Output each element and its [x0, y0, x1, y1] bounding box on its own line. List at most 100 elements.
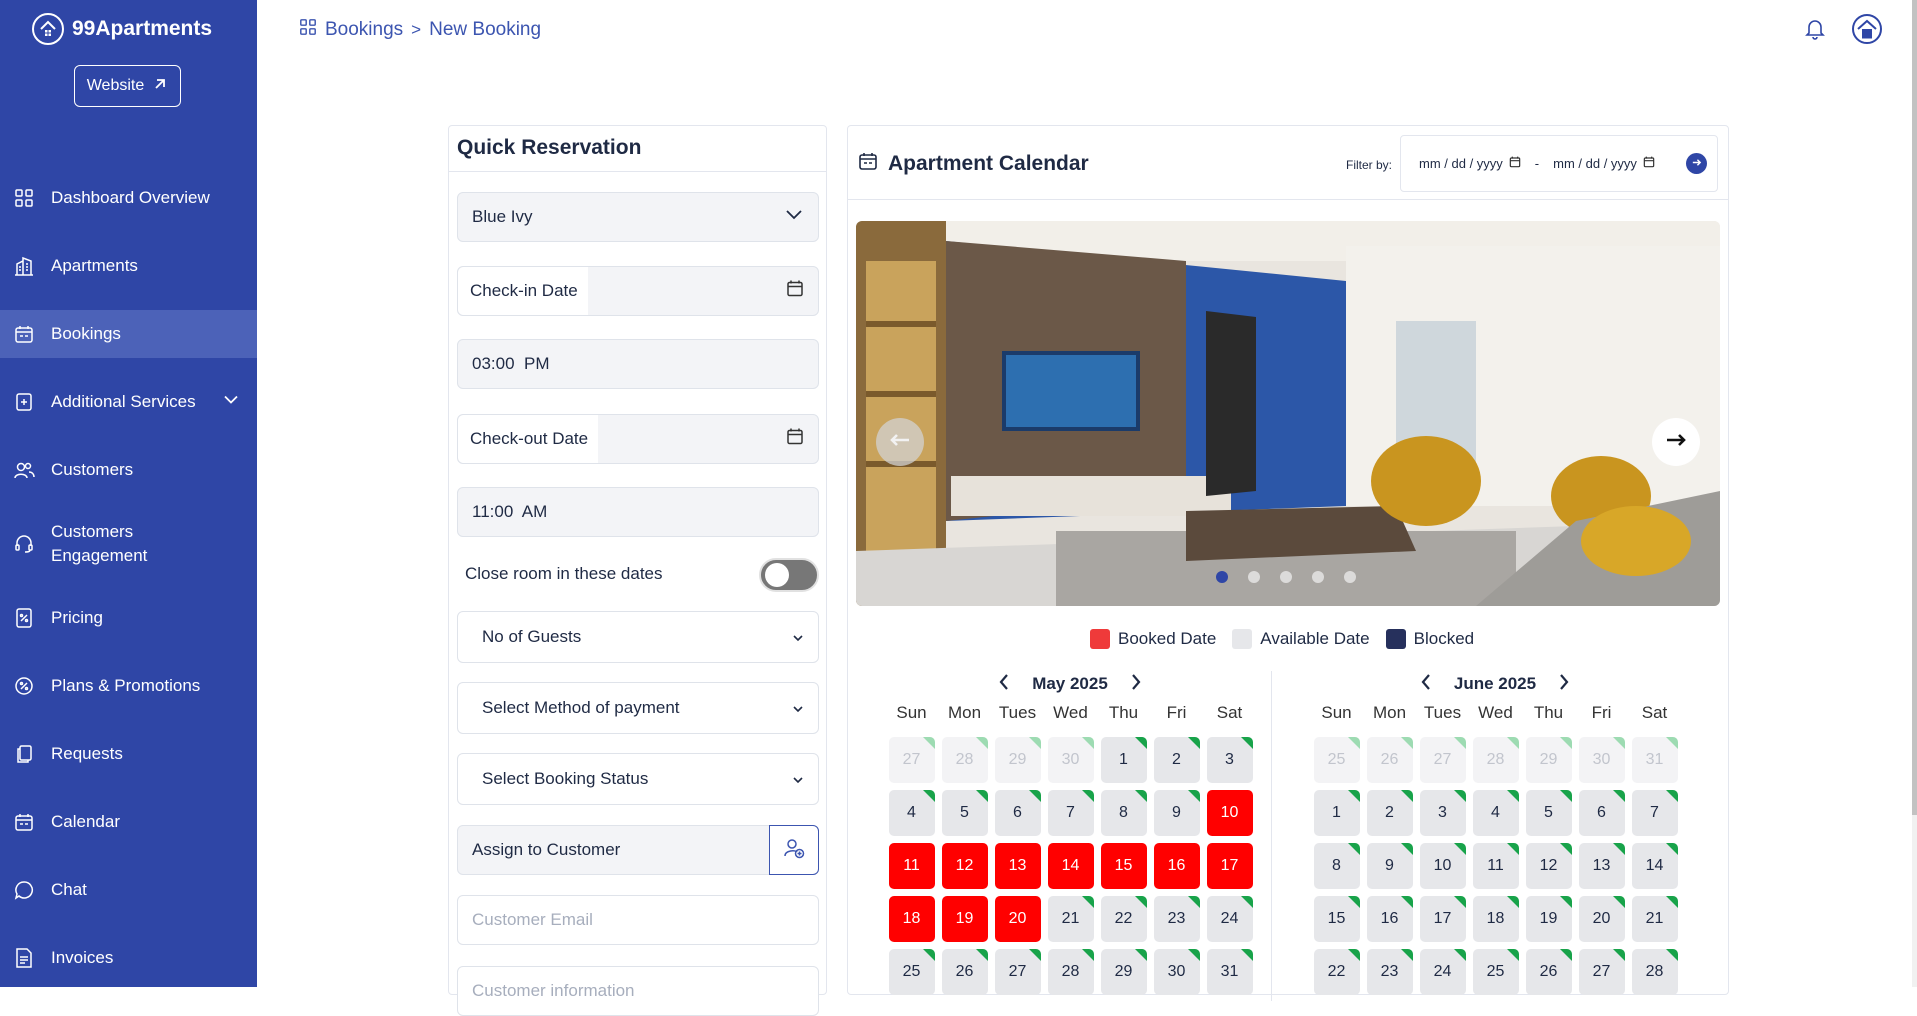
calendar-day-booked[interactable]: 16 [1153, 843, 1200, 889]
sidebar-item-pricing[interactable]: Pricing [0, 584, 257, 652]
calendar-day-available[interactable]: 8 [1100, 790, 1147, 836]
apartment-photo-carousel[interactable] [856, 221, 1720, 606]
calendar-day-booked[interactable]: 17 [1206, 843, 1253, 889]
calendar-day-available[interactable]: 22 [1100, 896, 1147, 942]
calendar-day-available[interactable]: 27 [994, 949, 1041, 995]
calendar-day-available[interactable]: 26 [1525, 949, 1572, 995]
calendar-picker-icon[interactable] [1509, 156, 1521, 171]
calendar-day-available[interactable]: 28 [1047, 949, 1094, 995]
apartment-select[interactable]: Blue Ivy [457, 192, 819, 242]
calendar-day-booked[interactable]: 20 [994, 896, 1041, 942]
calendar-day-available[interactable]: 18 [1472, 896, 1519, 942]
sidebar-item-plans-promotions[interactable]: Plans & Promotions [0, 652, 257, 720]
calendar-day-available[interactable]: 9 [1153, 790, 1200, 836]
guests-select[interactable]: No of Guests [457, 611, 819, 663]
calendar-day-available[interactable]: 24 [1419, 949, 1466, 995]
close-room-toggle[interactable] [759, 558, 819, 592]
chevron-left-icon[interactable] [998, 673, 1010, 696]
calendar-day-available[interactable]: 19 [1525, 896, 1572, 942]
calendar-day-available[interactable]: 5 [941, 790, 988, 836]
calendar-day-available[interactable]: 27 [1578, 949, 1625, 995]
calendar-day-available[interactable]: 11 [1472, 843, 1519, 889]
calendar-day-available[interactable]: 6 [994, 790, 1041, 836]
sidebar-item-bookings[interactable]: Bookings [0, 310, 257, 358]
calendar-day-available[interactable]: 30 [1153, 949, 1200, 995]
chevron-right-icon[interactable] [1130, 673, 1142, 696]
carousel-dot[interactable] [1248, 571, 1260, 583]
sidebar-item-customers-engagement[interactable]: Customers Engagement [0, 504, 257, 584]
calendar-day-booked[interactable]: 12 [941, 843, 988, 889]
checkin-time-input[interactable]: 03:00 PM [457, 339, 819, 389]
calendar-day-booked[interactable]: 19 [941, 896, 988, 942]
calendar-day-booked[interactable]: 14 [1047, 843, 1094, 889]
sidebar-item-requests[interactable]: Requests [0, 720, 257, 788]
calendar-day-available[interactable]: 17 [1419, 896, 1466, 942]
sidebar-item-calendar[interactable]: Calendar [0, 788, 257, 856]
calendar-day-available[interactable]: 15 [1313, 896, 1360, 942]
calendar-day-available[interactable]: 16 [1366, 896, 1413, 942]
carousel-dot[interactable] [1312, 571, 1324, 583]
calendar-day-booked[interactable]: 18 [888, 896, 935, 942]
calendar-picker-icon[interactable] [786, 428, 804, 451]
calendar-day-available[interactable]: 23 [1366, 949, 1413, 995]
calendar-day-available[interactable]: 7 [1047, 790, 1094, 836]
date-from-input[interactable]: mm / dd / yyyy [1419, 156, 1503, 171]
sidebar-item-apartments[interactable]: Apartments [0, 232, 257, 300]
avatar[interactable] [1851, 13, 1883, 50]
carousel-next-button[interactable] [1652, 418, 1700, 466]
calendar-day-available[interactable]: 28 [1631, 949, 1678, 995]
calendar-day-booked[interactable]: 11 [888, 843, 935, 889]
calendar-day-available[interactable]: 2 [1366, 790, 1413, 836]
calendar-day-booked[interactable]: 15 [1100, 843, 1147, 889]
chevron-down-icon[interactable] [221, 390, 241, 415]
payment-method-select[interactable]: Select Method of payment [457, 682, 819, 734]
calendar-day-available[interactable]: 14 [1631, 843, 1678, 889]
breadcrumb-bookings-link[interactable]: Bookings [325, 19, 403, 41]
calendar-day-available[interactable]: 1 [1313, 790, 1360, 836]
calendar-day-available[interactable]: 6 [1578, 790, 1625, 836]
calendar-day-available[interactable]: 26 [941, 949, 988, 995]
calendar-picker-icon[interactable] [1643, 156, 1655, 171]
calendar-day-available[interactable]: 21 [1047, 896, 1094, 942]
calendar-day-booked[interactable]: 13 [994, 843, 1041, 889]
calendar-day-available[interactable]: 12 [1525, 843, 1572, 889]
calendar-day-available[interactable]: 21 [1631, 896, 1678, 942]
calendar-day-available[interactable]: 31 [1206, 949, 1253, 995]
calendar-day-available[interactable]: 10 [1419, 843, 1466, 889]
calendar-day-available[interactable]: 9 [1366, 843, 1413, 889]
calendar-day-available[interactable]: 25 [1472, 949, 1519, 995]
date-to-input[interactable]: mm / dd / yyyy [1553, 156, 1637, 171]
calendar-day-available[interactable]: 7 [1631, 790, 1678, 836]
checkin-date-input[interactable]: Check-in Date [457, 266, 819, 316]
checkout-time-input[interactable]: 11:00 AM [457, 487, 819, 537]
sidebar-item-invoices[interactable]: Invoices [0, 924, 257, 992]
calendar-day-available[interactable]: 13 [1578, 843, 1625, 889]
calendar-day-available[interactable]: 29 [1100, 949, 1147, 995]
calendar-day-available[interactable]: 4 [888, 790, 935, 836]
page-scrollbar[interactable] [1912, 0, 1917, 987]
calendar-picker-icon[interactable] [786, 280, 804, 303]
calendar-day-available[interactable]: 25 [888, 949, 935, 995]
calendar-day-available[interactable]: 20 [1578, 896, 1625, 942]
checkout-date-input[interactable]: Check-out Date [457, 414, 819, 464]
customer-info-input[interactable]: Customer information [457, 966, 819, 1016]
brand[interactable]: 99Apartments [32, 12, 212, 46]
add-customer-button[interactable] [769, 825, 819, 875]
website-button[interactable]: Website [74, 65, 181, 107]
customer-email-input[interactable]: Customer Email [457, 895, 819, 945]
calendar-day-available[interactable]: 8 [1313, 843, 1360, 889]
sidebar-item-dashboard[interactable]: Dashboard Overview [0, 164, 257, 232]
carousel-dot[interactable] [1216, 571, 1228, 583]
carousel-dot[interactable] [1280, 571, 1292, 583]
assign-customer-field[interactable]: Assign to Customer [457, 825, 819, 875]
calendar-day-available[interactable]: 3 [1206, 737, 1253, 783]
sidebar-item-additional-services[interactable]: Additional Services [0, 368, 257, 436]
sidebar-item-customers[interactable]: Customers [0, 436, 257, 504]
carousel-prev-button[interactable] [876, 418, 924, 466]
calendar-day-available[interactable]: 3 [1419, 790, 1466, 836]
calendar-day-available[interactable]: 24 [1206, 896, 1253, 942]
calendar-day-available[interactable]: 5 [1525, 790, 1572, 836]
calendar-day-available[interactable]: 1 [1100, 737, 1147, 783]
filter-apply-button[interactable] [1686, 153, 1707, 174]
calendar-day-booked[interactable]: 10 [1206, 790, 1253, 836]
